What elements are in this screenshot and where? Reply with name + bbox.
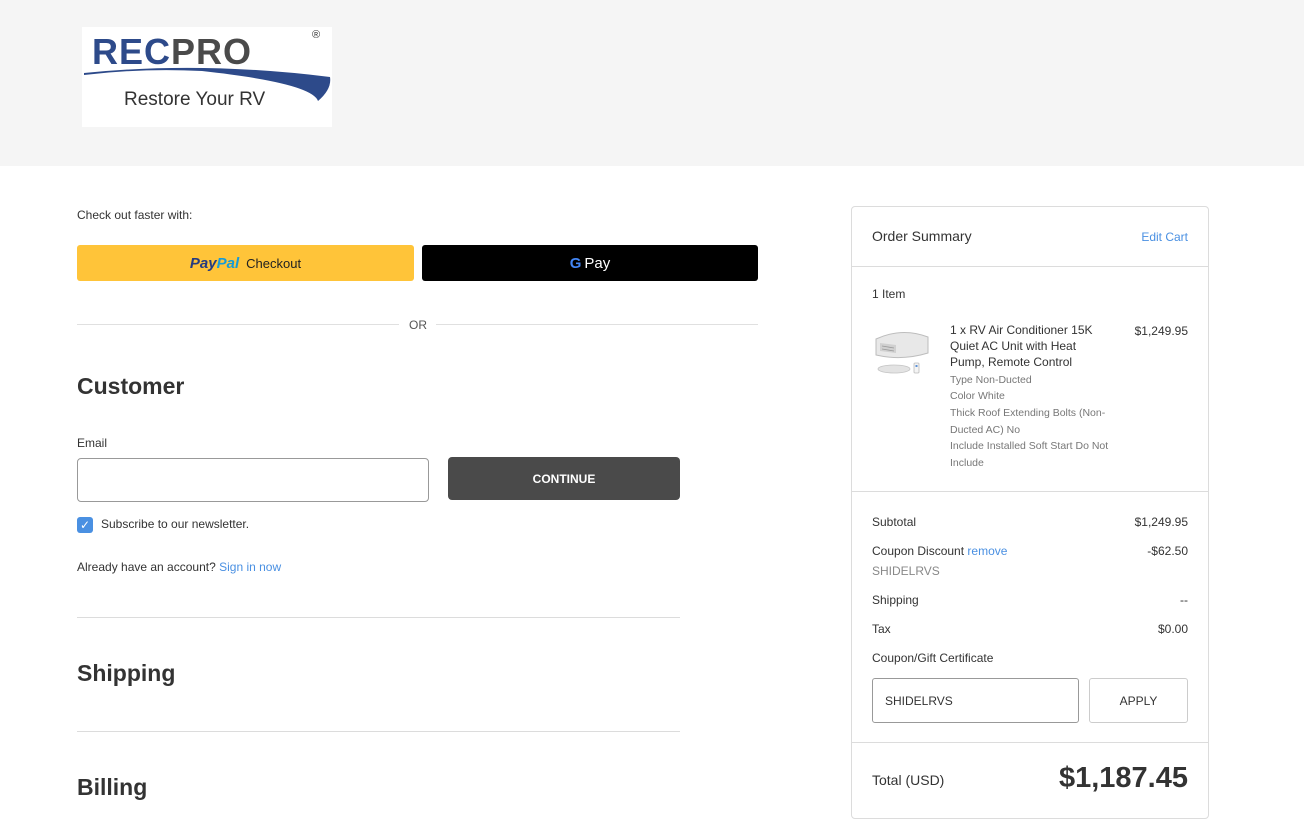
coupon-gift-certificate-link[interactable]: Coupon/Gift Certificate: [872, 651, 993, 665]
coupon-code-input[interactable]: [872, 678, 1079, 723]
customer-title: Customer: [77, 373, 185, 399]
coupon-discount-label: Coupon Discount remove: [872, 544, 1008, 558]
summary-divider: [852, 491, 1208, 492]
item-name: 1 x RV Air Conditioner 15K Quiet AC Unit…: [950, 323, 1093, 369]
or-label: OR: [409, 318, 427, 332]
billing-title[interactable]: Billing: [77, 774, 147, 801]
sign-in-link[interactable]: Sign in now: [219, 560, 281, 574]
express-checkout-label: Check out faster with:: [77, 208, 193, 222]
email-input[interactable]: [77, 458, 429, 502]
site-header: RECPRO ® Restore Your RV: [0, 0, 1304, 166]
continue-button[interactable]: CONTINUE: [448, 457, 680, 500]
summary-divider: [852, 266, 1208, 267]
google-pay-label: Pay: [584, 254, 611, 272]
shipping-cost-value: --: [1180, 593, 1188, 607]
tax-label: Tax: [872, 622, 891, 636]
email-label: Email: [77, 436, 108, 450]
subtotal-value: $1,249.95: [1134, 515, 1188, 529]
apply-coupon-button[interactable]: APPLY: [1089, 678, 1188, 723]
newsletter-label[interactable]: Subscribe to our newsletter.: [101, 517, 249, 531]
item-count: 1 Item: [872, 287, 906, 301]
section-divider: [77, 617, 680, 618]
recpro-logo[interactable]: RECPRO ® Restore Your RV: [82, 27, 332, 127]
paypal-checkout-label: Checkout: [246, 255, 302, 271]
edit-cart-link[interactable]: Edit Cart: [1141, 230, 1188, 244]
item-option: Type Non-Ducted: [950, 374, 1032, 386]
subtotal-label: Subtotal: [872, 515, 917, 529]
paypal-logo-pal: Pal: [216, 254, 240, 272]
section-divider: [77, 731, 680, 732]
account-prompt: Already have an account? Sign in now: [77, 560, 282, 574]
logo-tagline: Restore Your RV: [124, 89, 266, 110]
or-divider-left: [77, 324, 399, 325]
summary-divider: [852, 742, 1208, 743]
paypal-checkout-button[interactable]: Pay Pal Checkout: [77, 245, 414, 281]
item-option: Thick Roof Extending Bolts (Non-Ducted A…: [950, 407, 1106, 436]
remove-coupon-link[interactable]: remove: [967, 544, 1007, 558]
checkmark-icon: ✓: [79, 518, 91, 532]
item-option: Include Installed Soft Start Do Not Incl…: [950, 440, 1109, 469]
tax-value: $0.00: [1157, 622, 1188, 636]
google-g-icon: G: [569, 254, 582, 272]
item-price: $1,249.95: [1134, 324, 1188, 338]
order-summary-panel: Order Summary Edit Cart 1 Item 1 x RV Ai…: [851, 206, 1209, 819]
google-pay-button[interactable]: G Pay: [422, 245, 758, 281]
applied-coupon-code: SHIDELRVS: [872, 564, 940, 578]
order-summary-title: Order Summary: [872, 228, 972, 244]
total-label: Total (USD): [872, 772, 945, 788]
registered-mark: ®: [312, 29, 321, 41]
shipping-cost-label: Shipping: [872, 593, 919, 607]
or-divider-right: [436, 324, 758, 325]
paypal-logo-pay: Pay: [189, 254, 217, 272]
newsletter-checkbox[interactable]: ✓: [77, 517, 93, 533]
total-value: $1,187.45: [1058, 762, 1188, 794]
coupon-discount-value: -$62.50: [1147, 544, 1188, 558]
shipping-title[interactable]: Shipping: [77, 660, 175, 687]
product-thumbnail: [875, 332, 929, 374]
item-option: Color White: [950, 390, 1005, 402]
